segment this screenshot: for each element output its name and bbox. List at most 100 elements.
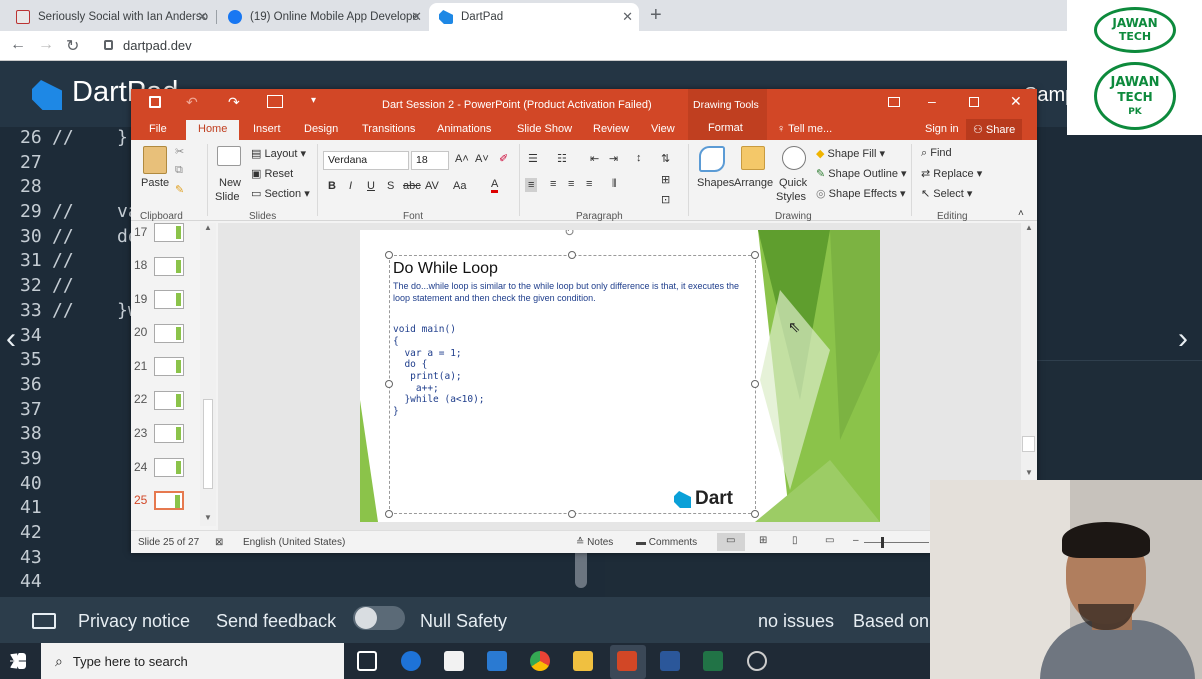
font-color-icon[interactable]: A [491, 178, 499, 193]
taskbar-search[interactable]: ⌕ Type here to search [41, 643, 344, 679]
align-text-icon[interactable]: ⊞ [661, 173, 670, 186]
scroll-up-icon[interactable]: ▲ [204, 223, 212, 232]
resize-handle[interactable] [385, 380, 393, 388]
chevron-right-icon[interactable]: › [1178, 322, 1188, 356]
save-icon[interactable] [149, 96, 161, 108]
reset-button[interactable]: ▣ Reset [251, 167, 293, 180]
spell-check-icon[interactable]: ⊠ [215, 537, 223, 548]
line-spacing-icon[interactable]: ↕ [636, 152, 642, 164]
reload-icon[interactable]: ↻ [66, 36, 79, 56]
scrollbar-thumb[interactable] [203, 399, 213, 489]
scroll-up-icon[interactable]: ▲ [1025, 223, 1033, 232]
resize-handle[interactable] [568, 510, 576, 518]
browser-tab-3[interactable]: DartPad ✕ [429, 3, 639, 31]
chevron-left-icon[interactable]: ‹ [6, 322, 16, 356]
paste-icon[interactable] [143, 146, 167, 174]
tab-home[interactable]: Home [186, 120, 240, 140]
customize-toolbar-icon[interactable]: ▾ [311, 95, 316, 106]
privacy-notice-link[interactable]: Privacy notice [78, 611, 190, 632]
browser-tab-2[interactable]: (19) Online Mobile App Develope ✕ [218, 3, 428, 31]
arrange-button[interactable]: Arrange [734, 177, 773, 189]
share-button[interactable]: ⚇ Share [966, 119, 1023, 140]
font-size-dropdown[interactable]: 18 [411, 151, 449, 170]
minimize-icon[interactable]: – [928, 93, 936, 109]
powerpoint-icon[interactable] [617, 651, 637, 671]
slide-thumbnail-active[interactable] [154, 491, 184, 510]
reading-view-icon[interactable]: ▯ [792, 535, 798, 546]
tab-format[interactable]: Format [708, 122, 743, 134]
thumbnails-scrollbar[interactable]: ▲ ▼ [200, 223, 216, 526]
shapes-icon[interactable] [699, 146, 725, 172]
forward-icon[interactable]: → [38, 36, 54, 54]
slideshow-icon[interactable]: ▭ [825, 535, 834, 546]
underline-icon[interactable]: U [367, 180, 375, 192]
zoom-slider-thumb[interactable] [881, 537, 884, 548]
tab-slide-show[interactable]: Slide Show [517, 123, 572, 135]
shadow-icon[interactable]: S [387, 180, 394, 192]
align-center-icon[interactable]: ≡ [550, 178, 556, 190]
new-tab-icon[interactable]: + [650, 4, 662, 27]
increase-indent-icon[interactable]: ⇥ [609, 152, 618, 165]
maximize-icon[interactable] [969, 97, 979, 107]
zoom-out-icon[interactable]: – [853, 535, 859, 546]
bold-icon[interactable]: B [328, 180, 336, 192]
select-button[interactable]: ↖ Select ▾ [921, 187, 972, 200]
send-feedback-link[interactable]: Send feedback [216, 611, 336, 632]
slide-sorter-icon[interactable]: ⊞ [759, 535, 767, 546]
close-tab-icon[interactable]: ✕ [197, 9, 208, 25]
scroll-down-icon[interactable]: ▼ [204, 513, 212, 522]
shape-effects-button[interactable]: ◎ Shape Effects ▾ [816, 187, 906, 200]
word-icon[interactable] [660, 651, 680, 671]
comments-button[interactable]: ▬ Comments [636, 537, 697, 548]
shape-fill-button[interactable]: ◆ Shape Fill ▾ [816, 147, 885, 160]
justify-icon[interactable]: ≡ [586, 178, 592, 190]
rotate-handle-icon[interactable]: ↻ [564, 230, 575, 240]
ribbon-display-icon[interactable] [888, 97, 900, 107]
zoom-slider-track[interactable] [864, 542, 929, 543]
layout-button[interactable]: ▤ Layout ▾ [251, 147, 306, 160]
notes-button[interactable]: ≙ Notes [576, 537, 613, 548]
tab-file[interactable]: File [149, 123, 167, 135]
smartart-icon[interactable]: ⊡ [661, 193, 670, 206]
undo-icon[interactable]: ↶ [186, 94, 198, 111]
align-left-icon[interactable]: ≡ [525, 178, 538, 192]
shapes-button[interactable]: Shapes [697, 177, 734, 189]
slide-thumbnail[interactable] [154, 223, 184, 242]
shrink-font-icon[interactable]: A˅ [475, 153, 489, 165]
format-painter-icon[interactable]: ✎ [175, 183, 184, 196]
present-icon[interactable] [267, 95, 283, 108]
slide-thumbnail[interactable] [154, 257, 184, 276]
slide-thumbnail[interactable] [154, 391, 184, 410]
tell-me-box[interactable]: ♀ Tell me... [777, 123, 832, 135]
text-direction-icon[interactable]: ⇅ [661, 152, 670, 165]
bullets-icon[interactable]: ☰ [528, 152, 538, 165]
browser-tab-1[interactable]: Seriously Social with Ian Anderso ✕ [6, 3, 214, 31]
columns-icon[interactable]: ⫴ [612, 178, 617, 191]
collapse-ribbon-icon[interactable]: ˄ [1018, 208, 1024, 219]
clear-format-icon[interactable]: ✐ [499, 152, 508, 165]
tab-transitions[interactable]: Transitions [362, 123, 415, 135]
font-name-dropdown[interactable]: Verdana [323, 151, 409, 170]
new-slide-icon[interactable] [217, 146, 241, 166]
tab-view[interactable]: View [651, 123, 675, 135]
slide-thumbnail[interactable] [154, 290, 184, 309]
excel-icon[interactable] [703, 651, 723, 671]
null-safety-toggle[interactable] [353, 606, 405, 630]
resize-handle[interactable] [385, 251, 393, 259]
resize-handle[interactable] [568, 251, 576, 259]
resize-handle[interactable] [385, 510, 393, 518]
redo-icon[interactable]: ↷ [228, 94, 240, 111]
arrange-icon[interactable] [741, 146, 765, 170]
back-icon[interactable]: ← [10, 36, 26, 54]
task-view-icon[interactable] [357, 651, 377, 671]
close-tab-icon[interactable]: ✕ [622, 9, 633, 25]
language-indicator[interactable]: English (United States) [243, 537, 345, 548]
copy-icon[interactable]: ⧉ [175, 164, 183, 177]
align-right-icon[interactable]: ≡ [568, 178, 574, 190]
close-icon[interactable]: ✕ [1010, 93, 1022, 110]
tab-review[interactable]: Review [593, 123, 629, 135]
new-slide-button[interactable]: New [219, 177, 241, 189]
obs-icon[interactable] [747, 651, 767, 671]
tab-insert[interactable]: Insert [253, 123, 281, 135]
paste-button[interactable]: Paste [141, 177, 169, 189]
